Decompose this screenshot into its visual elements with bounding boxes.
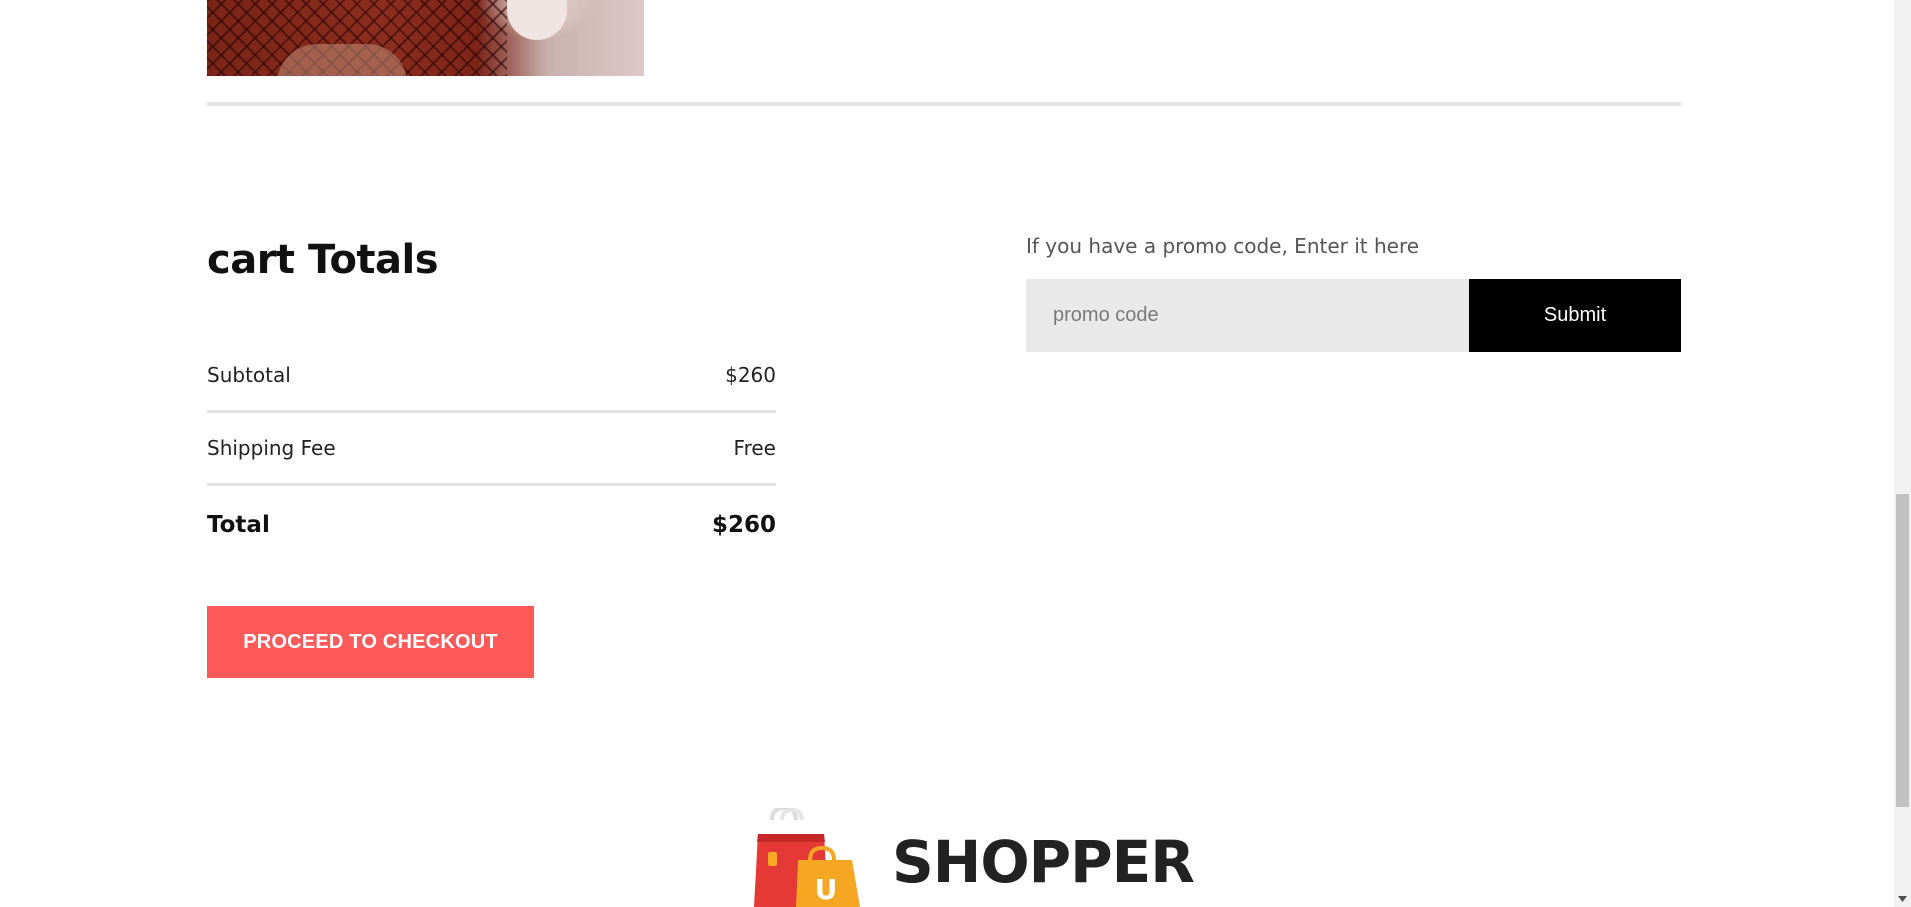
footer-logo[interactable]: U SHOPPER xyxy=(752,808,1195,907)
proceed-to-checkout-button[interactable]: PROCEED TO CHECKOUT xyxy=(207,606,534,678)
brand-name: SHOPPER xyxy=(892,828,1195,896)
shipping-fee-row: Shipping Fee Free xyxy=(207,413,776,483)
scroll-down-arrow-icon[interactable] xyxy=(1894,890,1911,907)
promo-code-label: If you have a promo code, Enter it here xyxy=(1026,234,1420,258)
total-row: Total $260 xyxy=(207,486,776,564)
subtotal-label: Subtotal xyxy=(207,363,291,387)
vertical-scrollbar[interactable] xyxy=(1894,0,1911,907)
shipping-fee-label: Shipping Fee xyxy=(207,436,336,460)
shipping-fee-value: Free xyxy=(733,436,776,460)
cart-totals-table: Subtotal $260 Shipping Fee Free Total $2… xyxy=(207,340,776,564)
divider xyxy=(207,102,1681,106)
total-value: $260 xyxy=(711,512,776,538)
promo-submit-button[interactable]: Submit xyxy=(1469,279,1681,352)
bag-letter: U xyxy=(815,873,838,906)
promo-code-input[interactable] xyxy=(1026,279,1469,352)
cart-totals-title: cart Totals xyxy=(207,237,439,283)
total-label: Total xyxy=(207,512,270,538)
cart-page: cart Totals Subtotal $260 Shipping Fee F… xyxy=(0,0,1911,907)
shopping-bag-icon: U xyxy=(754,808,860,907)
product-photo-detail xyxy=(507,0,567,40)
product-photo-detail xyxy=(277,44,407,76)
promo-code-form: Submit xyxy=(1026,279,1681,352)
subtotal-value: $260 xyxy=(725,363,776,387)
subtotal-row: Subtotal $260 xyxy=(207,340,776,410)
scrollbar-thumb[interactable] xyxy=(1896,494,1909,807)
product-image xyxy=(207,0,644,76)
